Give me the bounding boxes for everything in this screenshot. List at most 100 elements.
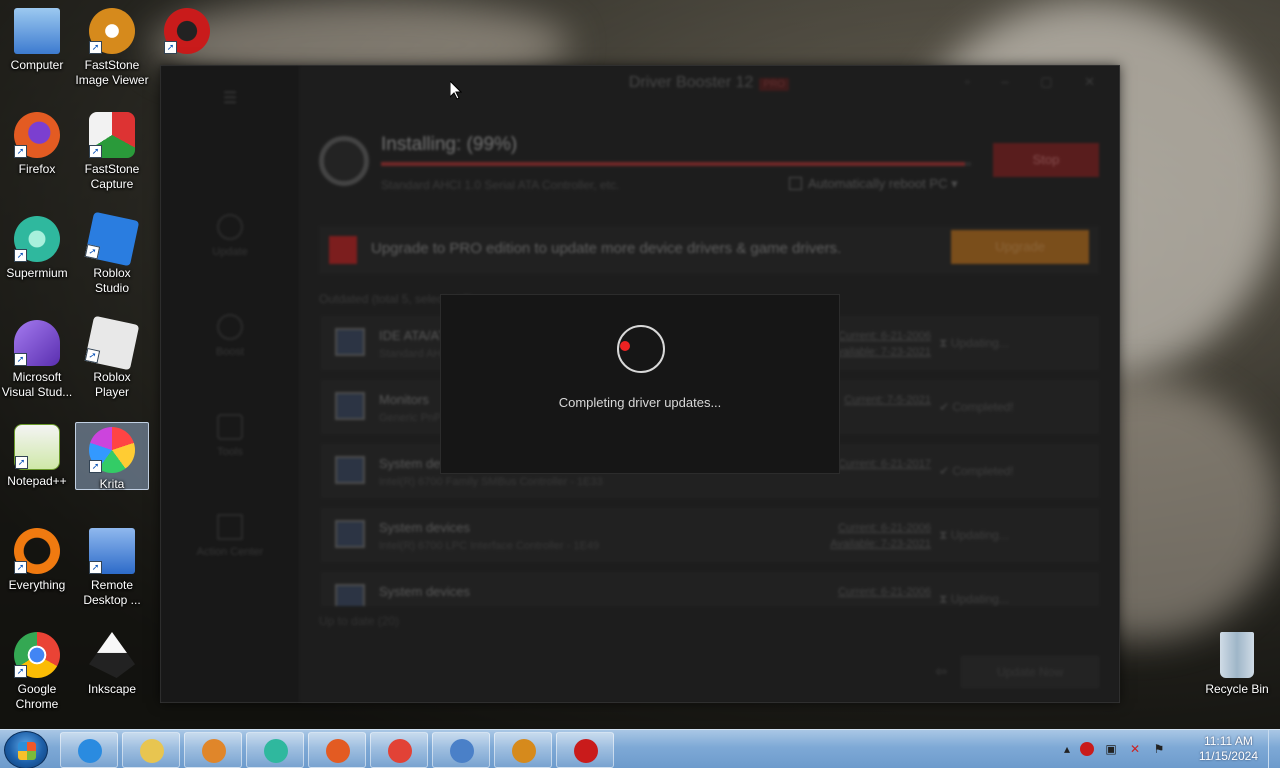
- system-tray: ▴ ▣ ✕ ⚑ 11:11 AM 11/15/2024: [1060, 730, 1280, 768]
- dialog-message: Completing driver updates...: [558, 395, 722, 410]
- driver-row[interactable]: System devices Current: 6-21-2006 ⧗ Updati…: [321, 572, 1099, 606]
- internet-explorer-icon: [78, 739, 102, 763]
- desktop-icon-notepadpp[interactable]: ➚ Notepad++: [0, 424, 74, 489]
- driver-booster-icon: ➚: [164, 8, 210, 54]
- app-sidebar: ☰ Update Boost Tools Action Center: [161, 66, 299, 702]
- desktop-icon-driver-booster[interactable]: ➚: [150, 8, 224, 58]
- supermium-icon: [264, 739, 288, 763]
- tray-expand-icon[interactable]: ▴: [1060, 742, 1074, 756]
- taskbar-app-control-panel[interactable]: [432, 732, 490, 768]
- start-button[interactable]: [4, 731, 48, 768]
- driver-name: System devices: [379, 584, 471, 599]
- desktop-icon-roblox-player[interactable]: ➚ Roblox Player: [75, 315, 149, 400]
- driver-status: ✔ Completed!: [939, 464, 1014, 478]
- desktop-icon-roblox-studio[interactable]: ➚ Roblox Studio: [75, 211, 149, 296]
- everything-icon: ➚: [14, 528, 60, 574]
- chrome-icon: [388, 739, 412, 763]
- desktop-icon-computer[interactable]: Computer: [0, 8, 74, 73]
- stop-button[interactable]: Stop: [993, 143, 1099, 177]
- auto-reboot-checkbox[interactable]: Automatically reboot PC ▾: [789, 176, 958, 192]
- taskbar-app-media-player[interactable]: [184, 732, 242, 768]
- checkbox-icon: [789, 177, 802, 190]
- hourglass-icon: ⧗: [939, 336, 951, 350]
- firefox-icon: [326, 739, 350, 763]
- sidebar-item-boost[interactable]: Boost: [161, 314, 299, 358]
- inkscape-icon: [89, 632, 135, 678]
- taskbar-app-file-explorer[interactable]: [122, 732, 180, 768]
- taskbar-app-internet-explorer[interactable]: [60, 732, 118, 768]
- windows-logo-icon: [18, 742, 36, 760]
- clock-date: 11/15/2024: [1198, 749, 1258, 763]
- sidebar-item-update[interactable]: Update: [161, 214, 299, 258]
- visual-studio-icon: ➚: [14, 320, 60, 366]
- firefox-icon: ➚: [14, 112, 60, 158]
- driver-version[interactable]: Current: 7-5-2021: [844, 392, 931, 408]
- network-icon[interactable]: ▣: [1104, 742, 1118, 756]
- desktop-icon-faststone-viewer[interactable]: ➚ FastStone Image Viewer: [75, 8, 149, 88]
- action-center-flag-icon[interactable]: ⚑: [1152, 742, 1166, 756]
- sidebar-item-tools[interactable]: Tools: [161, 414, 299, 458]
- driver-sub: Intel(R) 6700 Family SMBus Controller - …: [379, 476, 603, 488]
- krita-icon: ➚: [89, 427, 135, 473]
- spinner-dot: [620, 341, 630, 351]
- desktop-icon-visual-studio[interactable]: ➚ Microsoft Visual Stud...: [0, 320, 74, 400]
- uptodate-label: Up to date (20): [319, 614, 400, 628]
- boost-icon: [217, 314, 243, 340]
- desktop-icon-krita[interactable]: ➚ Krita: [75, 422, 149, 491]
- desktop-icon-supermium[interactable]: ➚ Supermium: [0, 216, 74, 281]
- driver-version[interactable]: Current: 6-21-2017: [838, 456, 931, 472]
- update-now-button[interactable]: Update Now: [961, 656, 1099, 688]
- installing-title: Installing: (99%): [381, 134, 518, 155]
- driver-version[interactable]: Current: 6-21-2006: [838, 584, 931, 600]
- upgrade-text: Upgrade to PRO edition to update more de…: [371, 240, 842, 257]
- driver-version[interactable]: Current: 6-21-2006 Available: 7-23-2021: [830, 328, 931, 360]
- taskbar-app-chrome[interactable]: [370, 732, 428, 768]
- device-icon: [335, 456, 365, 484]
- desktop-icon-faststone-capture[interactable]: ➚ FastStone Capture: [75, 112, 149, 192]
- desktop-icon-recycle-bin[interactable]: Recycle Bin: [1200, 632, 1274, 697]
- window-controls[interactable]: ▫ ‒ ▢ ✕: [965, 74, 1109, 90]
- device-icon: [335, 520, 365, 548]
- action-center-icon: [217, 514, 243, 540]
- driver-version[interactable]: Current: 6-21-2006 Available: 7-23-2021: [830, 520, 931, 552]
- desktop-icon-remote-desktop[interactable]: ➚ Remote Desktop ...: [75, 528, 149, 608]
- show-desktop-button[interactable]: [1268, 730, 1280, 768]
- volume-muted-icon[interactable]: ✕: [1128, 742, 1142, 756]
- mouse-cursor-icon: [450, 81, 462, 100]
- faststone-viewer-icon: [512, 739, 536, 763]
- install-progress-fill: [381, 162, 966, 166]
- tools-icon: [217, 414, 243, 440]
- taskbar-app-faststone-viewer[interactable]: [494, 732, 552, 768]
- driver-status: ✔ Completed!: [939, 400, 1014, 414]
- computer-icon: [14, 8, 60, 54]
- driver-row[interactable]: System devices Intel(R) 6700 LPC Interfac…: [321, 508, 1099, 562]
- taskbar-app-firefox[interactable]: [308, 732, 366, 768]
- clock[interactable]: 11:11 AM 11/15/2024: [1199, 734, 1258, 764]
- driver-booster-tray-icon[interactable]: [1080, 742, 1094, 756]
- clock-time: 11:11 AM: [1203, 734, 1253, 748]
- upgrade-banner: Upgrade to PRO edition to update more de…: [319, 226, 1099, 274]
- back-arrow-icon[interactable]: ⇦: [935, 663, 947, 680]
- driver-sub: Intel(R) 6700 LPC Interface Controller -…: [379, 540, 600, 552]
- chrome-icon: ➚: [14, 632, 60, 678]
- desktop-icon-chrome[interactable]: ➚ Google Chrome: [0, 632, 74, 712]
- driver-status: ⧗ Updating...: [939, 528, 1009, 542]
- device-icon: [335, 328, 365, 356]
- driver-status: ⧗ Updating...: [939, 336, 1009, 350]
- taskbar-app-driver-booster[interactable]: [556, 732, 614, 768]
- sidebar-menu-icon[interactable]: ☰: [161, 88, 299, 108]
- desktop-icon-everything[interactable]: ➚ Everything: [0, 528, 74, 593]
- desktop-icon-inkscape[interactable]: Inkscape: [75, 632, 149, 697]
- upgrade-button[interactable]: Upgrade: [951, 230, 1089, 264]
- taskbar-app-supermium[interactable]: [246, 732, 304, 768]
- control-panel-icon: [450, 739, 474, 763]
- install-progress-bar: [381, 162, 971, 166]
- sidebar-item-action-center[interactable]: Action Center: [161, 514, 299, 558]
- device-icon: [335, 584, 365, 606]
- taskbar: ▴ ▣ ✕ ⚑ 11:11 AM 11/15/2024: [0, 729, 1280, 768]
- installing-subtitle: Standard AHCI 1.0 Serial ATA Controller,…: [381, 178, 620, 192]
- driver-booster-icon: [574, 739, 598, 763]
- completing-dialog: Completing driver updates...: [440, 294, 840, 474]
- pro-badge: PRO: [759, 78, 790, 91]
- desktop-icon-firefox[interactable]: ➚ Firefox: [0, 112, 74, 177]
